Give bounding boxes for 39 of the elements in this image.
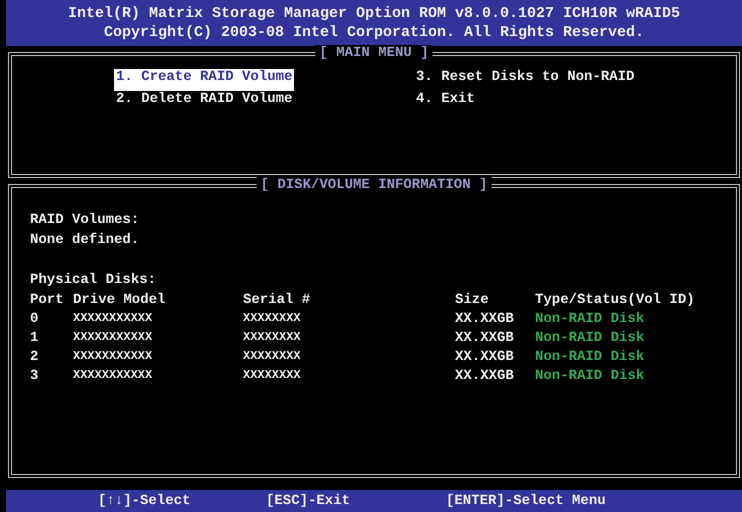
table-cell-text: 1 <box>30 330 40 348</box>
key-hint: [ESC]-Exit <box>266 493 352 509</box>
volumes-value: None defined. <box>30 232 140 250</box>
table-cell-text: XX.XXGB <box>455 349 515 367</box>
menu-item[interactable]: 3. Reset Disks to Non-RAID <box>414 69 636 91</box>
table-cell-text: XX.XXGB <box>455 330 515 348</box>
panel-title: [ MAIN MENU ] <box>315 45 433 61</box>
column-header: Port <box>30 292 65 310</box>
column-header: Size <box>455 292 490 310</box>
table-cell-text: Non-RAID Disk <box>535 368 644 386</box>
table-cell-text: XX.XXGB <box>455 311 515 329</box>
panel-title: [ DISK/VOLUME INFORMATION ] <box>256 177 492 193</box>
table-cell-text: XXXXXXXX <box>243 368 302 384</box>
key-hint: [ENTER]-Select Menu <box>446 493 606 509</box>
table-cell-text: XX.XXGB <box>455 368 515 386</box>
table-cell-text: 2 <box>30 349 40 367</box>
table-cell-text: XXXXXXXXXXX <box>73 368 154 384</box>
section-label: RAID Volumes: <box>30 212 140 230</box>
table-cell-text: XXXXXXXXXXX <box>73 330 154 346</box>
menu-item[interactable]: 1. Create RAID Volume <box>114 69 294 91</box>
app-title: Intel(R) Matrix Storage Manager Option ROM v8.0.0.1027 ICH10R wRAID5 <box>68 5 680 22</box>
table-cell-text: XXXXXXXX <box>243 311 302 327</box>
table-cell-text: XXXXXXXXXXX <box>73 311 154 327</box>
section-label: Physical Disks: <box>30 272 158 290</box>
table-cell-text: 3 <box>30 368 40 386</box>
key-hint: [↑↓]-Select <box>98 493 192 509</box>
table-cell-text: XXXXXXXXXXX <box>73 349 154 365</box>
column-header: Type/Status(Vol ID) <box>535 292 695 310</box>
menu-item[interactable]: 4. Exit <box>414 91 477 113</box>
column-header: Serial # <box>243 292 312 310</box>
copyright-text: Copyright(C) 2003-08 Intel Corporation. All Rights Reserved. <box>104 24 644 41</box>
table-cell-text: Non-RAID Disk <box>535 311 644 329</box>
table-cell-text: XXXXXXXX <box>243 349 302 365</box>
table-cell-text: XXXXXXXX <box>243 330 302 346</box>
table-cell-text: 0 <box>30 311 40 329</box>
table-cell-text: Non-RAID Disk <box>535 349 644 367</box>
menu-item[interactable]: 2. Delete RAID Volume <box>114 91 294 113</box>
table-cell-text: Non-RAID Disk <box>535 330 644 348</box>
column-header: Drive Model <box>73 292 166 310</box>
